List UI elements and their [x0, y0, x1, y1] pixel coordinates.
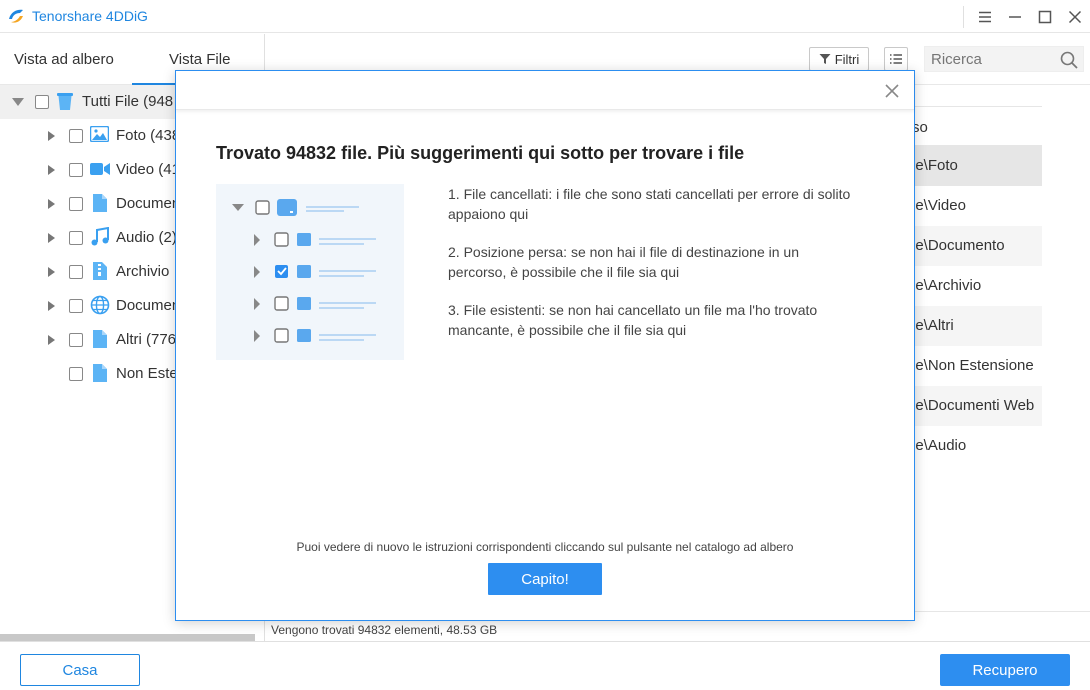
list-view-icon — [890, 54, 902, 64]
tree-item-label: Non Este — [116, 365, 178, 382]
checkbox[interactable] — [69, 129, 83, 143]
collapse-arrow-icon[interactable] — [12, 98, 24, 106]
title-bar: Tenorshare 4DDiG — [0, 0, 1090, 33]
dialog-note: Puoi vedere di nuovo le istruzioni corri… — [296, 540, 794, 554]
checkbox[interactable] — [69, 197, 83, 211]
got-it-button[interactable]: Capito! — [488, 563, 602, 595]
expand-arrow-icon[interactable] — [48, 199, 55, 209]
globe-icon — [90, 295, 110, 315]
expand-arrow-icon[interactable] — [48, 165, 55, 175]
tree-root-label: Tutti File (948 — [82, 93, 174, 110]
list-view-button[interactable] — [884, 47, 908, 71]
app-window: Tenorshare 4DDiG Vista ad albero Vista F… — [0, 0, 1090, 690]
checkbox[interactable] — [69, 367, 83, 381]
bottom-bar: Casa Recupero — [0, 641, 1090, 690]
row-path: le\Archivio — [912, 277, 982, 294]
expand-arrow-icon[interactable] — [48, 131, 55, 141]
tree-item-label: Documen — [116, 195, 181, 212]
tip-lost-location: 2. Posizione persa: se non hai il file d… — [448, 244, 799, 280]
search-input[interactable] — [931, 51, 1051, 68]
close-icon[interactable] — [1060, 2, 1090, 32]
recycle-bin-icon — [57, 93, 73, 110]
row-path: le\Foto — [912, 157, 958, 174]
expand-arrow-icon[interactable] — [48, 335, 55, 345]
file-icon — [93, 364, 107, 382]
expand-arrow-icon[interactable] — [48, 301, 55, 311]
checkbox[interactable] — [69, 163, 83, 177]
checkbox[interactable] — [69, 231, 83, 245]
checkbox[interactable] — [35, 95, 49, 109]
filter-button-label: Filtri — [834, 51, 860, 67]
checkbox[interactable] — [69, 265, 83, 279]
row-path: le\Non Estensione — [912, 357, 1034, 374]
tree-illustration — [216, 184, 404, 360]
search-icon[interactable] — [1059, 50, 1079, 70]
archive-icon — [93, 262, 107, 280]
tip-existing-files: 3. File esistenti: se non hai cancellato… — [448, 302, 818, 338]
tree-item-label: Archivio — [116, 263, 170, 280]
filter-button[interactable]: Filtri — [809, 47, 869, 71]
menu-icon[interactable] — [970, 2, 1000, 32]
audio-icon — [91, 227, 109, 246]
tips-dialog: Trovato 94832 file. Più suggerimenti qui… — [175, 70, 915, 621]
tab-file-view[interactable]: Vista File — [169, 51, 230, 68]
app-title: Tenorshare 4DDiG — [32, 8, 148, 24]
document-icon — [93, 194, 107, 212]
video-icon — [90, 163, 110, 175]
status-text: Vengono trovati 94832 elementi, 48.53 GB — [271, 623, 498, 637]
checkbox[interactable] — [69, 333, 83, 347]
tree-item-label: Video (41 — [116, 161, 180, 178]
window-controls — [963, 0, 1090, 33]
file-icon — [93, 330, 107, 348]
dialog-title: Trovato 94832 file. Più suggerimenti qui… — [216, 143, 745, 163]
recover-button[interactable]: Recupero — [940, 654, 1070, 686]
close-icon[interactable] — [884, 83, 900, 99]
window-controls-divider — [963, 5, 964, 28]
row-path: le\Audio — [912, 437, 967, 454]
dialog-header — [176, 71, 914, 110]
row-path: le\Altri — [912, 317, 954, 334]
filter-icon — [819, 54, 831, 64]
row-path: le\Video — [912, 197, 966, 214]
tree-item-label: Documen — [116, 297, 181, 314]
search-box[interactable] — [924, 46, 1084, 72]
tip-deleted-files: 1. File cancellati: i file che sono stat… — [448, 186, 851, 222]
horizontal-scrollbar[interactable] — [0, 634, 255, 641]
tree-item-label: Audio (2) — [116, 229, 177, 246]
checkbox[interactable] — [69, 299, 83, 313]
tab-tree-view[interactable]: Vista ad albero — [14, 51, 114, 68]
row-path: le\Documento — [912, 237, 1005, 254]
row-path: le\Documenti Web — [912, 397, 1035, 414]
image-icon — [90, 126, 109, 142]
expand-arrow-icon[interactable] — [48, 233, 55, 243]
home-button[interactable]: Casa — [20, 654, 140, 686]
expand-arrow-icon[interactable] — [48, 267, 55, 277]
tree-item-label: Foto (438 — [116, 127, 181, 144]
tips-list: 1. File cancellati: i file che sono stat… — [448, 184, 858, 358]
app-logo-icon — [9, 9, 23, 23]
maximize-icon[interactable] — [1030, 2, 1060, 32]
tree-item-label: Altri (776 — [116, 331, 177, 348]
minimize-icon[interactable] — [1000, 2, 1030, 32]
